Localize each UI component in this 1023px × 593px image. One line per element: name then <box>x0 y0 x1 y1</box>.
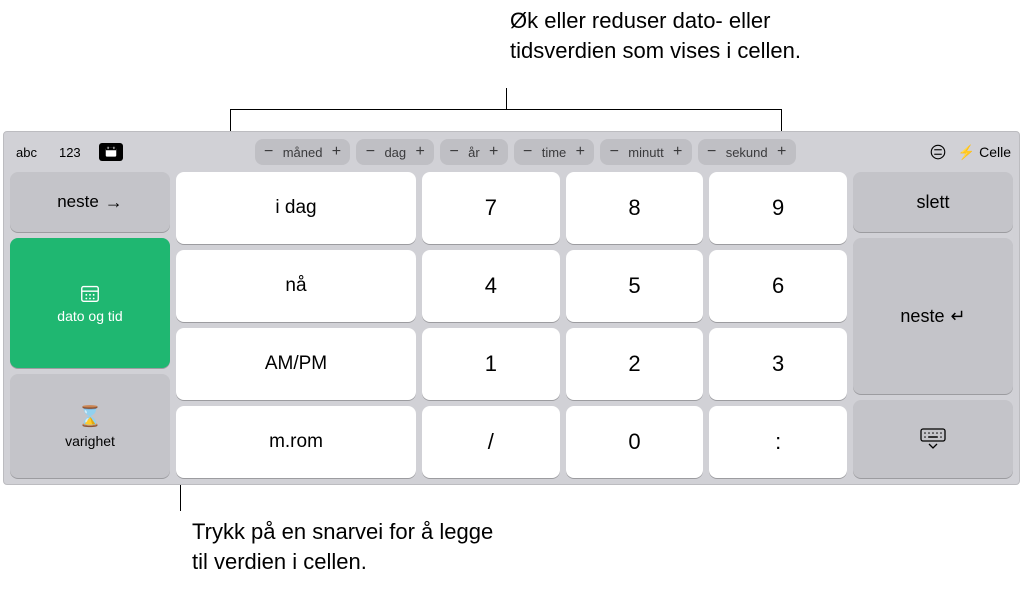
dismiss-keyboard-button[interactable] <box>853 400 1013 478</box>
mode-switcher: abc 123 <box>12 143 123 162</box>
shortcut-column: i dag nå AM/PM m.rom <box>176 172 416 478</box>
minus-icon[interactable]: − <box>704 144 720 160</box>
plus-icon[interactable]: + <box>412 144 428 160</box>
key-3[interactable]: 3 <box>709 328 847 400</box>
next-return-label: neste <box>900 306 944 327</box>
stepper-minute-label: minutt <box>626 145 665 160</box>
stepper-month[interactable]: − måned + <box>255 139 351 165</box>
key-5[interactable]: 5 <box>566 250 704 322</box>
mode-123-button[interactable]: 123 <box>55 143 85 162</box>
plus-icon[interactable]: + <box>670 144 686 160</box>
numpad: 7 8 9 4 5 6 1 2 3 / 0 : <box>422 172 847 478</box>
key-7[interactable]: 7 <box>422 172 560 244</box>
stepper-second-label: sekund <box>724 145 770 160</box>
next-return-button[interactable]: neste ↵ <box>853 238 1013 394</box>
duration-mode-button[interactable]: ⌛ varighet <box>10 374 170 478</box>
key-4[interactable]: 4 <box>422 250 560 322</box>
callout-bottom-text: Trykk på en snarvei for å legge til verd… <box>192 517 512 576</box>
minus-icon[interactable]: − <box>362 144 378 160</box>
unit-steppers: − måned + − dag + − år + − time + − minu <box>131 139 920 165</box>
key-slash[interactable]: / <box>422 406 560 478</box>
space-button[interactable]: m.rom <box>176 406 416 478</box>
key-6[interactable]: 6 <box>709 250 847 322</box>
now-button[interactable]: nå <box>176 250 416 322</box>
stepper-hour-label: time <box>540 145 569 160</box>
hourglass-icon: ⌛ <box>78 404 103 429</box>
key-0[interactable]: 0 <box>566 406 704 478</box>
minus-icon[interactable]: − <box>606 144 622 160</box>
stepper-hour[interactable]: − time + <box>514 139 595 165</box>
calendar-icon <box>78 282 102 304</box>
key-2[interactable]: 2 <box>566 328 704 400</box>
cell-action-button[interactable]: ⚡ Celle <box>958 144 1011 161</box>
datetime-keyboard: abc 123 − måned + − dag + − år + <box>3 131 1020 485</box>
callout-line <box>506 88 507 110</box>
key-colon[interactable]: : <box>709 406 847 478</box>
mode-abc-button[interactable]: abc <box>12 143 41 162</box>
arrow-right-icon: → <box>105 192 123 213</box>
stepper-month-label: måned <box>281 145 325 160</box>
cell-action-label: Celle <box>979 144 1011 160</box>
plus-icon[interactable]: + <box>328 144 344 160</box>
top-right-controls: ⚡ Celle <box>928 142 1011 162</box>
stepper-minute[interactable]: − minutt + <box>600 139 691 165</box>
minus-icon[interactable]: − <box>446 144 462 160</box>
plus-icon[interactable]: + <box>572 144 588 160</box>
ampm-button[interactable]: AM/PM <box>176 328 416 400</box>
keyboard-main: neste → dato og tid ⌛ varighet i dag nå … <box>4 172 1019 484</box>
keyboard-dismiss-icon <box>919 427 947 451</box>
right-column: slett neste ↵ <box>853 172 1013 478</box>
next-label: neste <box>57 192 99 212</box>
date-time-label: dato og tid <box>57 308 122 324</box>
bolt-icon: ⚡ <box>958 144 975 161</box>
minus-icon[interactable]: − <box>520 144 536 160</box>
today-button[interactable]: i dag <box>176 172 416 244</box>
date-time-mode-button[interactable]: dato og tid <box>10 238 170 368</box>
stepper-day-label: dag <box>382 145 408 160</box>
callout-top-text: Øk eller reduser dato- eller tidsverdien… <box>510 6 810 65</box>
stepper-day[interactable]: − dag + <box>356 139 434 165</box>
plus-icon[interactable]: + <box>486 144 502 160</box>
keyboard-top-row: abc 123 − måned + − dag + − år + <box>4 132 1019 172</box>
left-column: neste → dato og tid ⌛ varighet <box>10 172 170 478</box>
plus-icon[interactable]: + <box>774 144 790 160</box>
mode-datetime-icon[interactable] <box>99 143 123 161</box>
key-9[interactable]: 9 <box>709 172 847 244</box>
stepper-year[interactable]: − år + <box>440 139 508 165</box>
center-area: i dag nå AM/PM m.rom 7 8 9 4 5 6 1 2 3 /… <box>176 172 847 478</box>
stepper-second[interactable]: − sekund + <box>698 139 796 165</box>
return-icon: ↵ <box>950 306 965 327</box>
stepper-year-label: år <box>466 145 482 160</box>
formula-icon[interactable] <box>928 142 948 162</box>
key-8[interactable]: 8 <box>566 172 704 244</box>
duration-label: varighet <box>65 433 115 449</box>
minus-icon[interactable]: − <box>261 144 277 160</box>
key-1[interactable]: 1 <box>422 328 560 400</box>
delete-button[interactable]: slett <box>853 172 1013 232</box>
next-cell-button[interactable]: neste → <box>10 172 170 232</box>
